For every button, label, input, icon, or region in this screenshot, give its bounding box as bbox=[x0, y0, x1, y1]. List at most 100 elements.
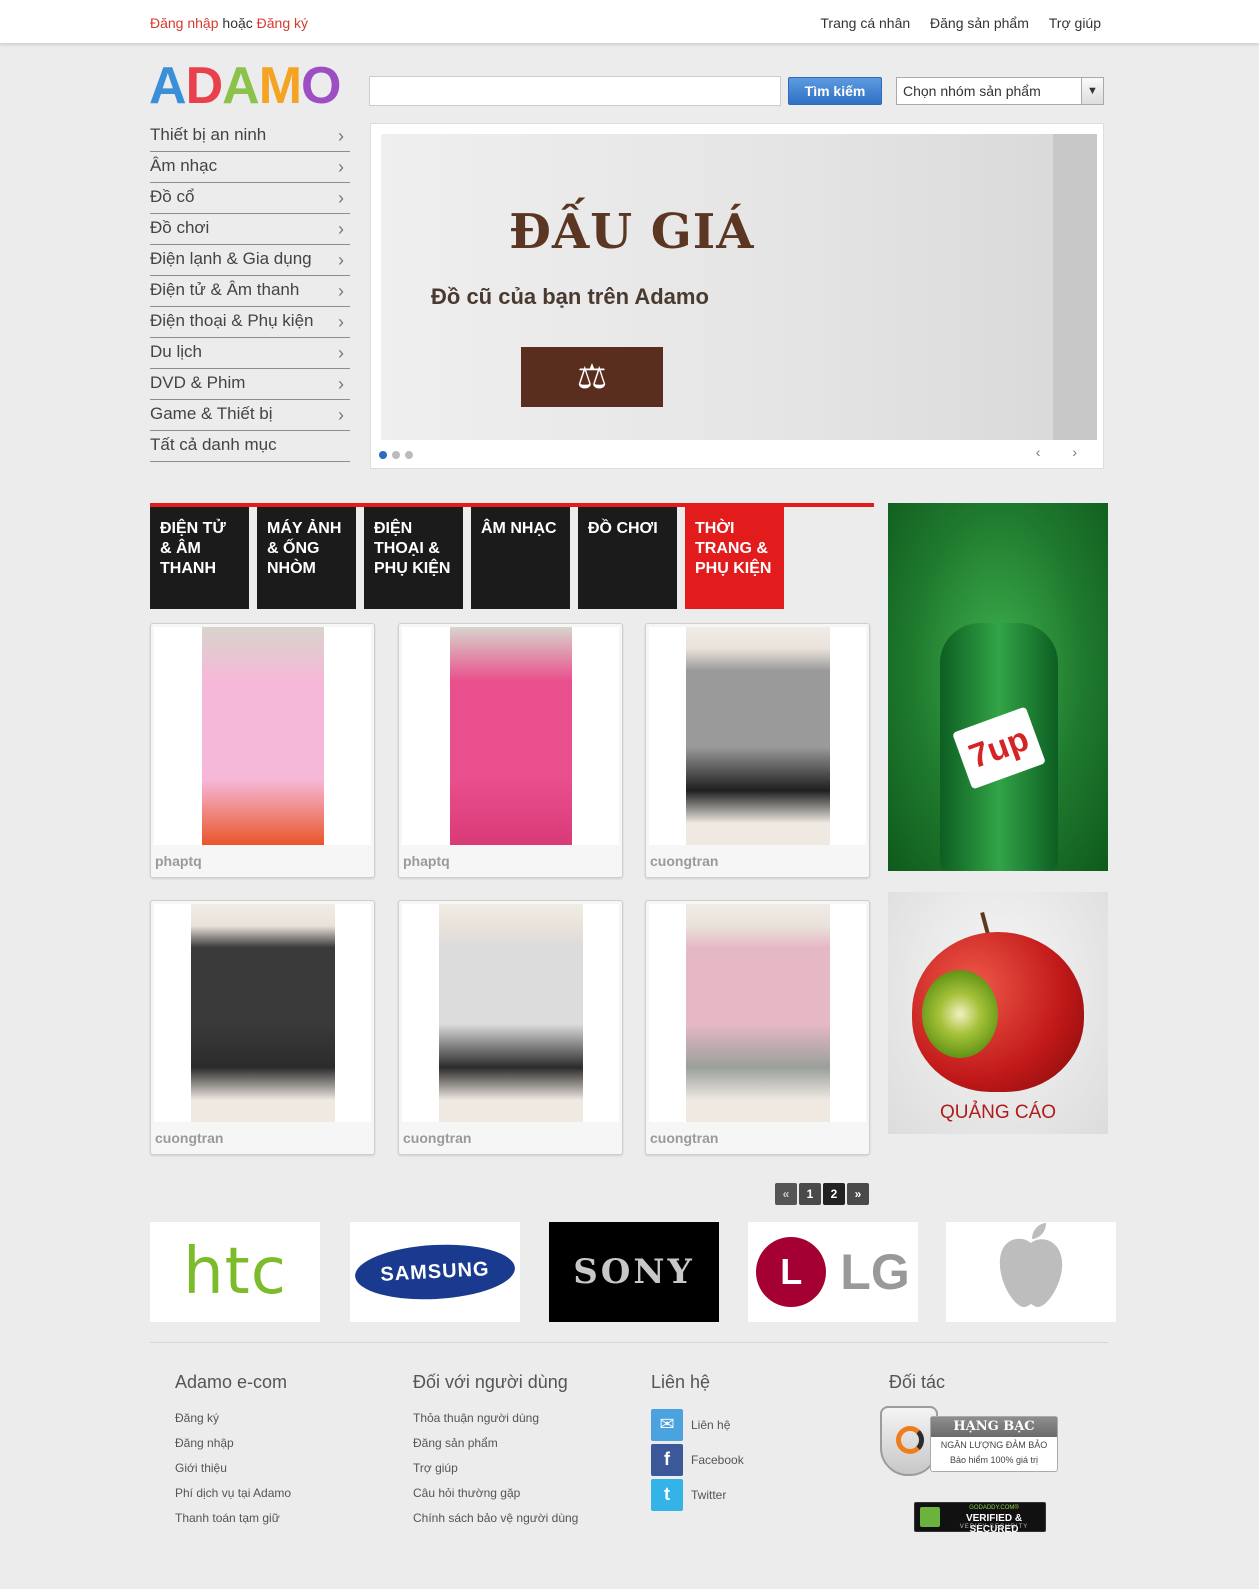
product-seller[interactable]: cuongtran bbox=[403, 1130, 471, 1146]
category-menu-label: Đồ cổ bbox=[150, 187, 195, 206]
product-card[interactable]: phaptq bbox=[398, 623, 623, 878]
category-menu-item[interactable]: Điện lạnh & Gia dụng › bbox=[150, 245, 350, 276]
product-seller[interactable]: cuongtran bbox=[650, 1130, 718, 1146]
product-card[interactable]: cuongtran bbox=[150, 900, 375, 1155]
category-menu-label: Du lịch bbox=[150, 342, 202, 361]
ad-apple[interactable]: QUẢNG CÁO bbox=[888, 892, 1108, 1134]
category-menu-item[interactable]: Âm nhạc › bbox=[150, 152, 350, 183]
category-menu-item[interactable]: DVD & Phim › bbox=[150, 369, 350, 400]
chevron-right-icon: › bbox=[338, 250, 344, 270]
slide-dot[interactable] bbox=[405, 451, 413, 459]
footer-link[interactable]: Câu hỏi thường gặp bbox=[413, 1482, 578, 1507]
facebook-icon: f bbox=[651, 1443, 683, 1476]
product-seller[interactable]: phaptq bbox=[403, 853, 450, 869]
pager-page-2[interactable]: 2 bbox=[823, 1183, 845, 1205]
product-image[interactable] bbox=[154, 904, 371, 1122]
footer-col-users: Đối với người dùng Thỏa thuận người dùng… bbox=[413, 1372, 578, 1532]
chevron-right-icon[interactable]: › bbox=[1072, 444, 1077, 460]
product-photo bbox=[685, 627, 830, 845]
footer-col-contact: Liên hệ ✉ Liên hệ f Facebook t Twitter bbox=[651, 1372, 744, 1512]
category-tab[interactable]: Điện tử & Âm thanh bbox=[150, 507, 249, 609]
footer-link[interactable]: Phí dịch vụ tại Adamo bbox=[175, 1482, 291, 1507]
chevron-left-icon[interactable]: ‹ bbox=[1036, 444, 1041, 460]
category-menu-label: Thiết bị an ninh bbox=[150, 125, 267, 144]
category-tab[interactable]: Thời trang & Phụ kiện bbox=[685, 507, 784, 609]
category-tab[interactable]: Đồ chơi bbox=[578, 507, 677, 609]
product-seller[interactable]: cuongtran bbox=[650, 853, 718, 869]
footer-link[interactable]: Đăng nhập bbox=[175, 1432, 291, 1457]
banner-title: ĐẤU GIÁ bbox=[509, 204, 755, 260]
footer-link[interactable]: Trợ giúp bbox=[413, 1457, 578, 1482]
search-button[interactable]: Tìm kiếm bbox=[788, 77, 882, 105]
adamo-logo[interactable]: ADAMO bbox=[149, 57, 341, 115]
product-card[interactable]: cuongtran bbox=[645, 623, 870, 878]
chevron-right-icon: › bbox=[338, 281, 344, 301]
product-image[interactable] bbox=[402, 627, 619, 845]
category-menu-item[interactable]: Game & Thiết bị › bbox=[150, 400, 350, 431]
help-link[interactable]: Trợ giúp bbox=[1049, 15, 1101, 31]
register-link[interactable]: Đăng ký bbox=[257, 15, 308, 31]
auth-links: Đăng nhập hoặc Đăng ký bbox=[150, 15, 308, 31]
brand-sony[interactable]: SONY bbox=[549, 1222, 719, 1322]
category-tab[interactable]: Điện thoại & Phụ kiện bbox=[364, 507, 463, 609]
category-menu-item[interactable]: Thiết bị an ninh › bbox=[150, 121, 350, 152]
product-image[interactable] bbox=[649, 904, 866, 1122]
contact-label: Facebook bbox=[691, 1452, 744, 1467]
slide-dot[interactable] bbox=[392, 451, 400, 459]
footer-link[interactable]: Thanh toán tạm giữ bbox=[175, 1507, 291, 1532]
banner-subtitle: Đồ cũ của bạn trên Adamo bbox=[431, 284, 709, 309]
footer-col-partners: Đối tác bbox=[889, 1372, 945, 1407]
contact-link-facebook[interactable]: f Facebook bbox=[651, 1442, 744, 1477]
pager-next[interactable]: » bbox=[847, 1183, 869, 1205]
logo-letter: A bbox=[222, 57, 260, 115]
kiwi-image bbox=[922, 970, 998, 1058]
category-menu-item[interactable]: Du lịch › bbox=[150, 338, 350, 369]
category-menu-item[interactable]: Đồ cổ › bbox=[150, 183, 350, 214]
product-card[interactable]: cuongtran bbox=[645, 900, 870, 1155]
brand-apple[interactable] bbox=[946, 1222, 1116, 1322]
footer-link[interactable]: Chính sách bảo vệ người dùng bbox=[413, 1507, 578, 1532]
category-menu-item[interactable]: Điện tử & Âm thanh › bbox=[150, 276, 350, 307]
pager-page-1[interactable]: 1 bbox=[799, 1183, 821, 1205]
banner-slider: ĐẤU GIÁ Đồ cũ của bạn trên Adamo ⚖ ‹ › bbox=[370, 123, 1104, 469]
category-menu-item[interactable]: Đồ chơi › bbox=[150, 214, 350, 245]
category-menu-item[interactable]: Điện thoại & Phụ kiện › bbox=[150, 307, 350, 338]
slide-dot[interactable] bbox=[379, 451, 387, 459]
brand-samsung[interactable]: SAMSUNG bbox=[350, 1222, 520, 1322]
product-image[interactable] bbox=[154, 627, 371, 845]
product-seller[interactable]: phaptq bbox=[155, 853, 202, 869]
brand-lg[interactable]: L LG bbox=[748, 1222, 918, 1322]
category-tab[interactable]: Âm nhạc bbox=[471, 507, 570, 609]
footer-link[interactable]: Đăng ký bbox=[175, 1407, 291, 1432]
product-seller[interactable]: cuongtran bbox=[155, 1130, 223, 1146]
profile-link[interactable]: Trang cá nhân bbox=[820, 15, 910, 31]
ad-7up[interactable]: 7up bbox=[888, 503, 1108, 871]
nganluong-badge[interactable]: HẠNG BẠC NGÂN LƯỢNG ĐẢM BẢO Bảo hiểm 100… bbox=[880, 1406, 1060, 1476]
product-card[interactable]: cuongtran bbox=[398, 900, 623, 1155]
brand-htc[interactable]: htc bbox=[150, 1222, 320, 1322]
product-image[interactable] bbox=[649, 627, 866, 845]
banner-slide[interactable]: ĐẤU GIÁ Đồ cũ của bạn trên Adamo ⚖ bbox=[381, 134, 1097, 440]
footer-link[interactable]: Giới thiệu bbox=[175, 1457, 291, 1482]
pager-prev[interactable]: « bbox=[775, 1183, 797, 1205]
category-menu-item[interactable]: Tất cả danh mục bbox=[150, 431, 350, 462]
chevron-right-icon: › bbox=[338, 126, 344, 146]
post-product-link[interactable]: Đăng sản phẩm bbox=[930, 15, 1029, 31]
category-tab[interactable]: Máy ảnh & Ống nhòm bbox=[257, 507, 356, 609]
contact-link-twitter[interactable]: t Twitter bbox=[651, 1477, 744, 1512]
contact-link-email[interactable]: ✉ Liên hệ bbox=[651, 1407, 744, 1442]
footer-col-title: Liên hệ bbox=[651, 1372, 711, 1392]
gavel-icon[interactable]: ⚖ bbox=[521, 347, 663, 407]
footer-col-adamo: Adamo e-com Đăng ký Đăng nhập Giới thiệu… bbox=[175, 1372, 291, 1532]
search-input[interactable] bbox=[369, 76, 781, 106]
product-image[interactable] bbox=[402, 904, 619, 1122]
godaddy-badge[interactable]: GODADDY.COM® VERIFIED & SECURED VERIFY S… bbox=[914, 1502, 1046, 1535]
chevron-right-icon: › bbox=[338, 219, 344, 239]
slide-dots bbox=[379, 446, 418, 464]
footer-link[interactable]: Thỏa thuận người dùng bbox=[413, 1407, 578, 1432]
footer-link[interactable]: Đăng sản phẩm bbox=[413, 1432, 578, 1457]
product-card[interactable]: phaptq bbox=[150, 623, 375, 878]
category-select[interactable]: Chọn nhóm sản phẩm ▼ bbox=[896, 77, 1104, 105]
product-photo bbox=[449, 627, 572, 845]
login-link[interactable]: Đăng nhập bbox=[150, 15, 219, 31]
